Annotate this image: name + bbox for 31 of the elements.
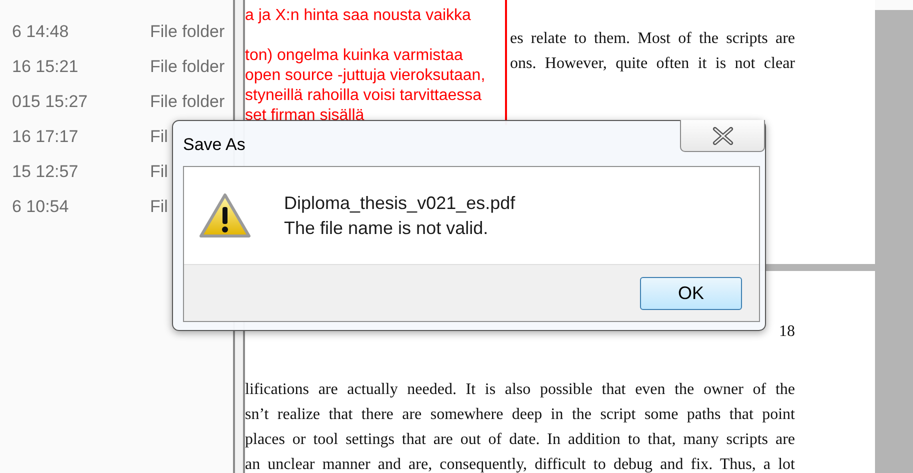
date-modified: 015 15:27 xyxy=(11,92,89,112)
document-text-line: places or tool settings that are out of date. In addition to that, many scripts are xyxy=(245,430,795,450)
date-modified: 6 10:54 xyxy=(11,196,70,216)
comment-line: open source -juttuja vieroksutaan, xyxy=(245,66,486,86)
warning-icon xyxy=(198,192,252,240)
date-modified: 15 12:57 xyxy=(11,162,80,182)
file-type: File folder xyxy=(150,92,225,112)
ok-button[interactable]: OK xyxy=(640,276,742,310)
document-text-line: lifications are actually needed. It is also possible that even the owner of the xyxy=(245,380,795,400)
comment-line: ton) ongelma kuinka varmistaa xyxy=(245,46,464,66)
document-text-line: sn’t realize that there are somewhere deep in the script some paths that point xyxy=(245,405,795,425)
close-button[interactable] xyxy=(680,120,765,152)
document-text-line: es relate to them. Most of the scripts are xyxy=(510,29,795,49)
document-text-line: an unclear manner and are, consequently, difficult to debug and fix. Thus, a lot xyxy=(245,455,795,473)
file-type: File folder xyxy=(150,56,225,76)
close-icon xyxy=(712,126,734,144)
page-number: 18 xyxy=(779,323,795,341)
date-modified: 16 17:17 xyxy=(11,126,80,146)
date-modified: 6 14:48 xyxy=(11,22,70,42)
date-modified: 16 15:21 xyxy=(11,56,80,76)
comment-line: styneillä rahoilla voisi tarvittaessa xyxy=(245,86,483,106)
file-type: Fil xyxy=(150,196,168,216)
file-type: File folder xyxy=(150,22,225,42)
comment-line: a ja X:n hinta saa nousta vaikka xyxy=(245,6,472,26)
file-name-text: Diploma_thesis_v021_es.pdf xyxy=(284,192,516,214)
error-message: The file name is not valid. xyxy=(284,218,490,238)
file-type: Fil xyxy=(150,126,168,146)
document-text-line: ons. However, quite often it is not clear xyxy=(510,54,795,74)
comment-line: set firman sisällä xyxy=(245,106,366,126)
file-type: Fil xyxy=(150,162,168,182)
dialog-title: Save As xyxy=(183,135,246,155)
